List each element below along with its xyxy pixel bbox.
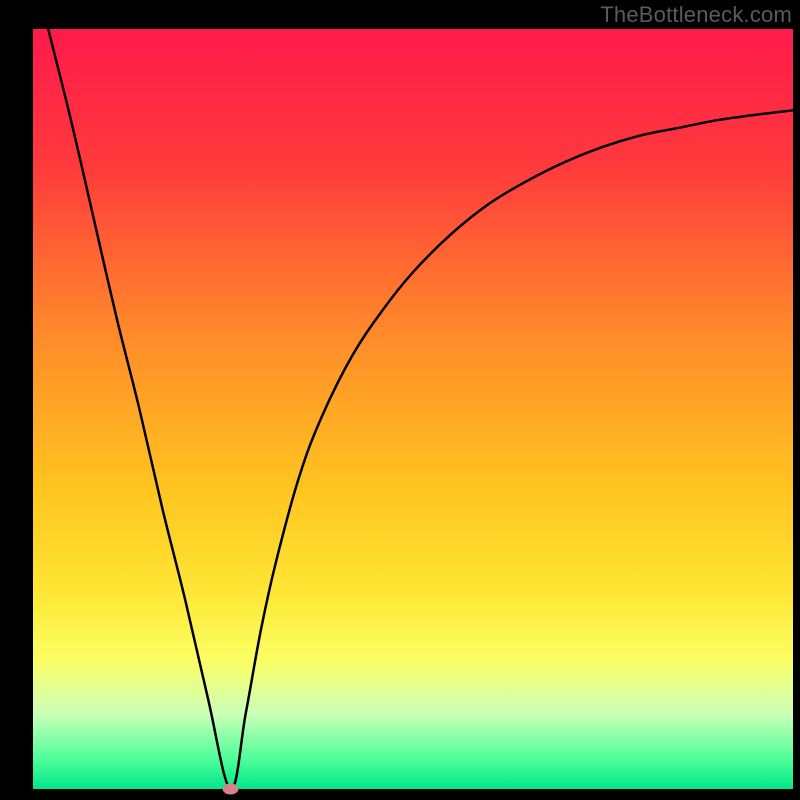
minimum-marker — [223, 784, 239, 795]
bottleneck-chart — [0, 0, 800, 800]
chart-frame: TheBottleneck.com — [0, 0, 800, 800]
plot-background — [33, 29, 793, 789]
watermark-text: TheBottleneck.com — [600, 2, 792, 28]
